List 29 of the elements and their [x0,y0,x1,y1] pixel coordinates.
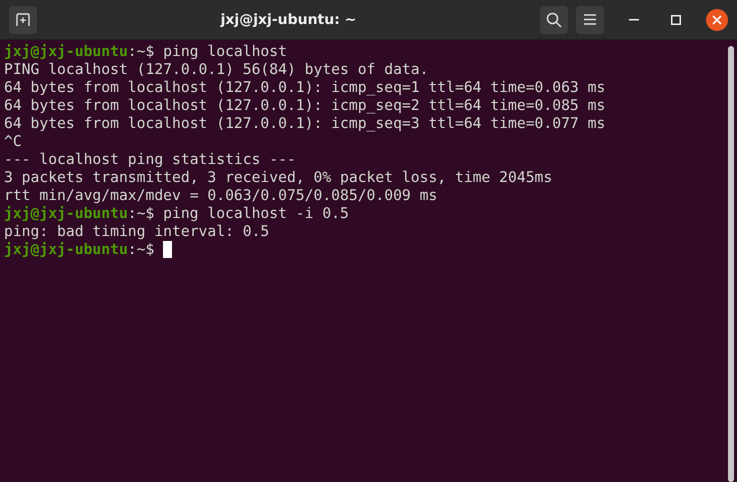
scrollbar[interactable] [728,46,734,482]
output-line: ping: bad timing interval: 0.5 [4,223,270,241]
maximize-icon [671,14,681,24]
prompt-user-host: jxj@jxj-ubuntu [4,205,128,223]
command-text: ping localhost -i 0.5 [163,205,349,223]
window-title: jxj@jxj-ubuntu: ~ [219,12,358,28]
output-line: 64 bytes from localhost (127.0.0.1): icmp_seq=2 ttl=64 time=0.085 ms [4,97,606,115]
output-line: 64 bytes from localhost (127.0.0.1): icmp_seq=1 ttl=64 time=0.063 ms [4,79,606,97]
output-line: PING localhost (127.0.0.1) 56(84) bytes of data. [4,61,428,79]
prompt-user-host: jxj@jxj-ubuntu [4,43,128,61]
close-icon [712,14,722,24]
minimize-icon [629,18,639,20]
prompt-path: :~$ [128,43,154,61]
close-button[interactable] [706,8,728,30]
new-tab-button[interactable] [9,6,37,34]
prompt-user-host: jxj@jxj-ubuntu [4,241,128,259]
search-button[interactable] [540,6,568,34]
command-text: ping localhost [163,43,287,61]
prompt-path: :~$ [128,241,154,259]
output-line: 64 bytes from localhost (127.0.0.1): icmp_seq=3 ttl=64 time=0.077 ms [4,115,606,133]
prompt-path: :~$ [128,205,154,223]
output-line: rtt min/avg/max/mdev = 0.063/0.075/0.085/0.009 ms [4,187,438,205]
output-line: --- localhost ping statistics --- [4,151,296,169]
menu-button[interactable] [576,6,604,34]
search-icon [546,12,562,28]
output-line: ^C [4,133,22,151]
menu-icon [584,14,596,25]
output-line: 3 packets transmitted, 3 received, 0% packet loss, time 2045ms [4,169,552,187]
new-tab-icon [16,12,30,26]
